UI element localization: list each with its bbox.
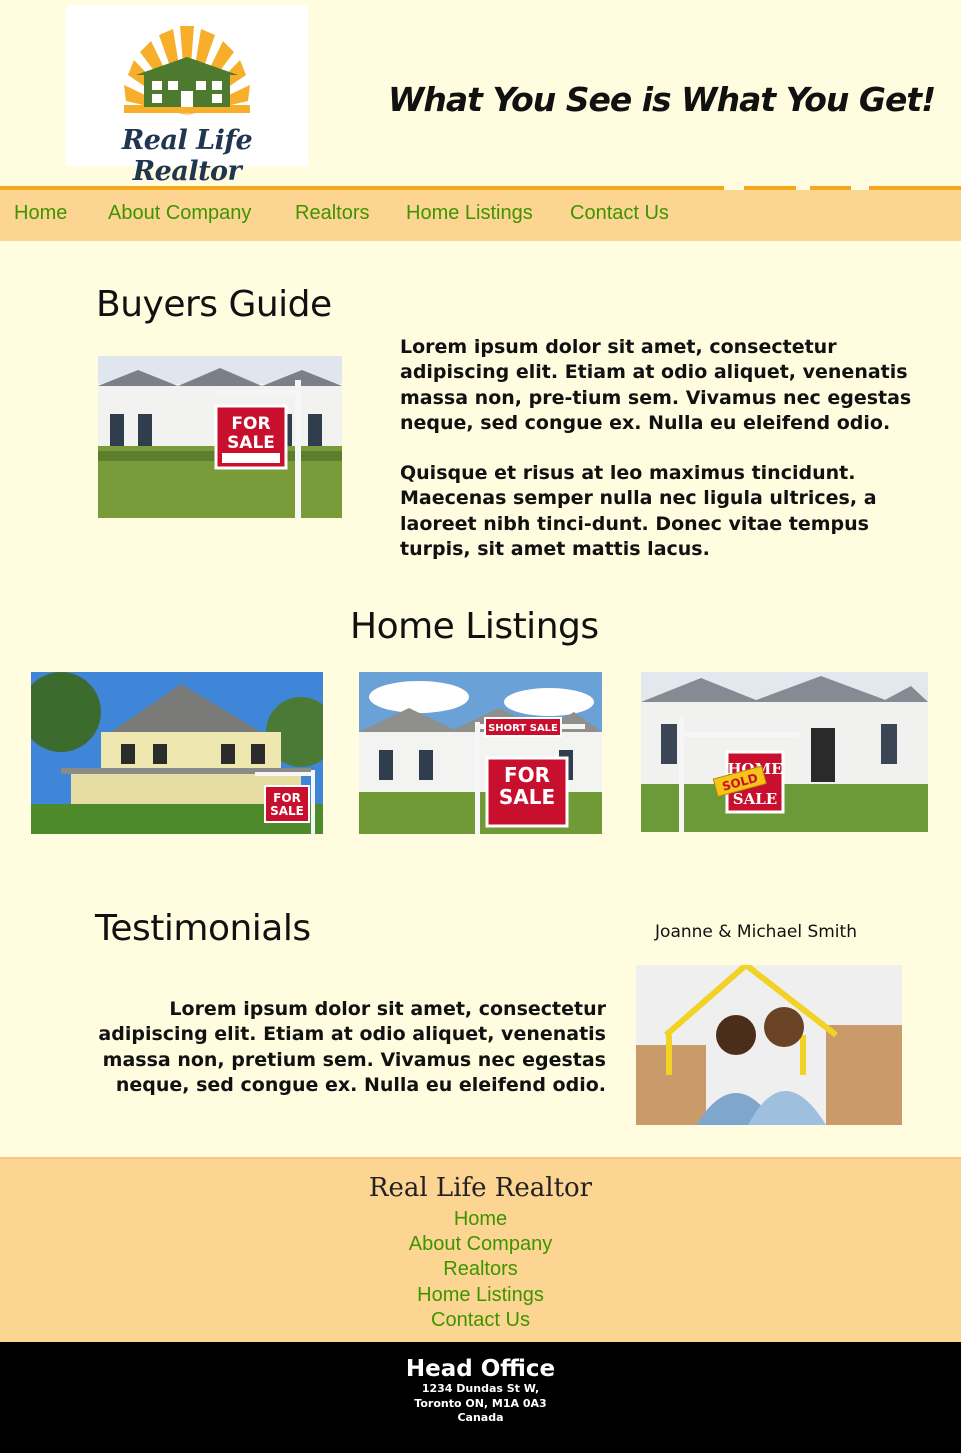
footer-link-contact-us[interactable]: Contact Us — [0, 1309, 961, 1332]
footer-link-home[interactable]: Home — [0, 1208, 961, 1231]
sign-rider-text: SHORT SALE — [488, 723, 558, 734]
logo-text: Real Life Realtor — [121, 125, 253, 187]
address-line-1: 1234 Dundas St W, — [421, 1382, 540, 1395]
site-footer: Real Life Realtor Home About Company Rea… — [0, 1157, 961, 1342]
sign-text: FOR — [504, 763, 550, 787]
home-listings-heading: Home Listings — [350, 606, 599, 647]
buyers-guide-paragraph-2: Quisque et risus at leo maximus tincidun… — [400, 462, 877, 560]
sign-text: FOR — [231, 414, 270, 434]
nav-item-contact-us[interactable]: Contact Us — [570, 202, 669, 225]
footer-link-realtors[interactable]: Realtors — [0, 1258, 961, 1281]
head-office-title: Head Office — [405, 1356, 556, 1382]
head-office: Head Office 1234 Dundas St W, Toronto ON… — [0, 1342, 961, 1453]
footer-link-about-company[interactable]: About Company — [0, 1233, 961, 1256]
sign-text: SALE — [270, 804, 304, 818]
tagline: What You See is What You Get! — [388, 80, 936, 119]
main-nav: Home About Company Realtors Home Listing… — [0, 186, 961, 241]
site-logo[interactable]: Real Life Realtor — [66, 5, 308, 187]
nav-item-home-listings[interactable]: Home Listings — [406, 202, 533, 225]
listing-photo-3[interactable]: HOME SALE SOLD — [641, 672, 928, 832]
site-header: Real Life Realtor What You See is What Y… — [0, 0, 961, 187]
footer-link-home-listings[interactable]: Home Listings — [0, 1284, 961, 1307]
buyers-guide-heading: Buyers Guide — [96, 284, 332, 325]
sign-text: SALE — [227, 433, 275, 453]
address-line-2: Toronto ON, M1A 0A3 — [414, 1397, 547, 1410]
listing-photo-2[interactable]: SHORT SALE FOR SALE — [359, 672, 602, 834]
nav-item-about-company[interactable]: About Company — [108, 202, 251, 225]
buyers-guide-paragraph-1: Lorem ipsum dolor sit amet, consectetur … — [400, 336, 912, 434]
testimonial-text: Lorem ipsum dolor sit amet, consectetur … — [98, 998, 606, 1096]
testimonial-photo — [636, 965, 902, 1125]
nav-divider — [851, 186, 869, 190]
address-country: Canada — [457, 1411, 504, 1424]
nav-item-home[interactable]: Home — [14, 202, 67, 225]
testimonial-author: Joanne & Michael Smith — [655, 922, 857, 942]
nav-item-realtors[interactable]: Realtors — [295, 202, 369, 225]
sign-text: FOR — [273, 791, 301, 805]
sign-text: SALE — [733, 790, 777, 808]
nav-divider — [724, 186, 744, 190]
listing-photo-1[interactable]: FOR SALE — [31, 672, 323, 834]
footer-title: Real Life Realtor — [368, 1173, 593, 1203]
buyers-guide-photo: FOR SALE — [98, 356, 342, 518]
testimonials-heading: Testimonials — [95, 908, 311, 949]
sign-text: SALE — [499, 785, 555, 809]
nav-divider — [796, 186, 810, 190]
